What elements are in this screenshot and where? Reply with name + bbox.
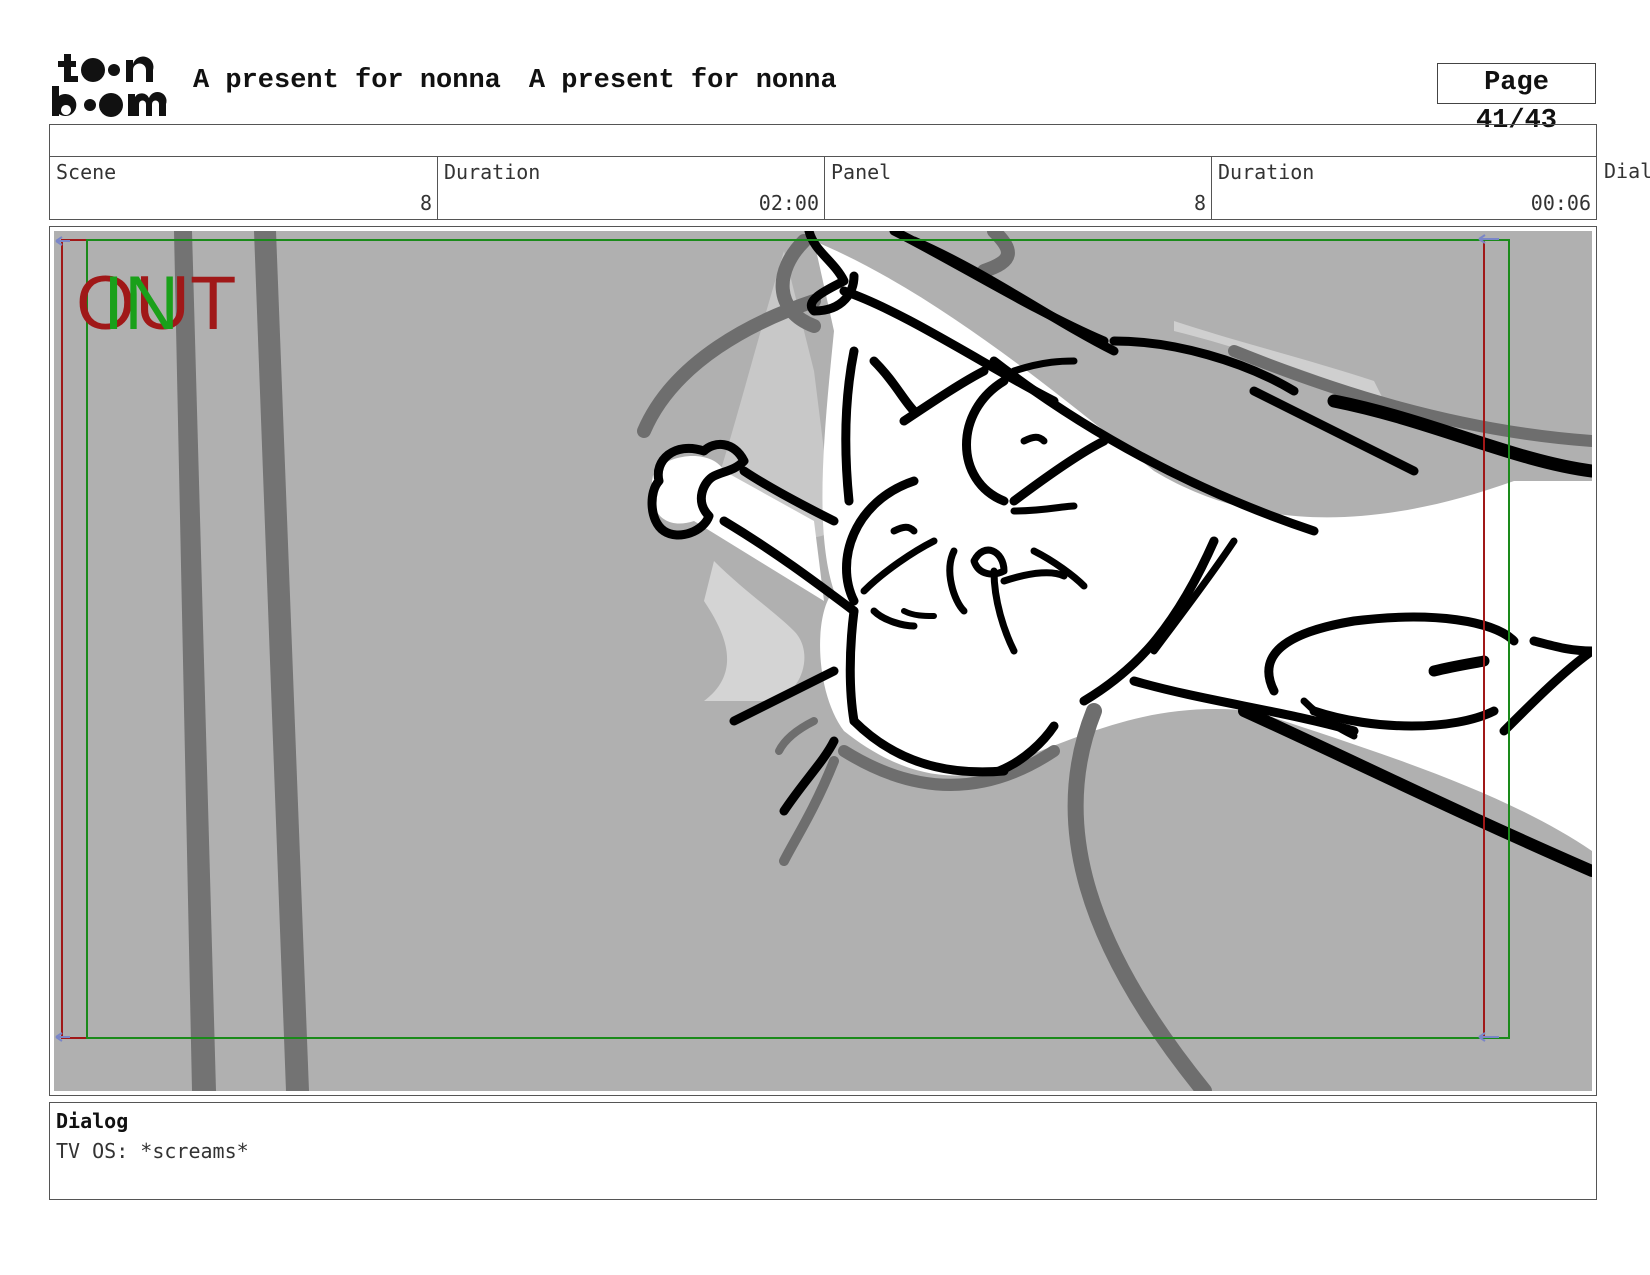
scene-label: Scene [56, 160, 117, 184]
panel-value: 8 [1193, 191, 1206, 215]
ink-jaw [845, 606, 859, 726]
info-top-strip [50, 125, 1596, 157]
dialog-heading: Dialog [56, 1109, 129, 1133]
project-title: A present for nonna A present for nonna [193, 66, 865, 96]
scene-duration-value: 02:00 [758, 191, 819, 215]
ink-eye-right [1020, 433, 1048, 445]
scene-duration-cell: Duration 02:00 [438, 157, 825, 219]
in-label: IN [103, 261, 179, 346]
scene-value: 8 [419, 191, 432, 215]
scene-cell: Scene 8 [50, 157, 438, 219]
panel-duration-cell: Duration 00:06 [1212, 157, 1596, 219]
panel-duration-value: 00:06 [1530, 191, 1591, 215]
ink-eye-left [890, 523, 918, 535]
dialog-text: TV OS: *screams* [56, 1139, 249, 1163]
storyboard-panel: OUT IN [49, 226, 1597, 1096]
panel-label: Panel [831, 160, 892, 184]
scene-duration-label: Duration [444, 160, 541, 184]
panel-cell: Panel 8 [825, 157, 1212, 219]
project-title-secondary: A present for nonna [528, 66, 837, 96]
page-number-badge: Page 41/43 [1437, 63, 1596, 136]
storyboard-drawing: OUT IN [54, 231, 1592, 1091]
toon-boom-logo-mark [52, 54, 167, 117]
panel-duration-label: Duration [1218, 160, 1315, 184]
dialog-column-label-clipped: Dial [1604, 159, 1650, 183]
project-title-primary: A present for nonna [193, 66, 501, 96]
dialog-box: Dialog TV OS: *screams* [49, 1102, 1597, 1200]
toon-boom-logo [52, 52, 170, 118]
panel-info-bar: Scene 8 Duration 02:00 Panel 8 Duration … [49, 124, 1597, 220]
